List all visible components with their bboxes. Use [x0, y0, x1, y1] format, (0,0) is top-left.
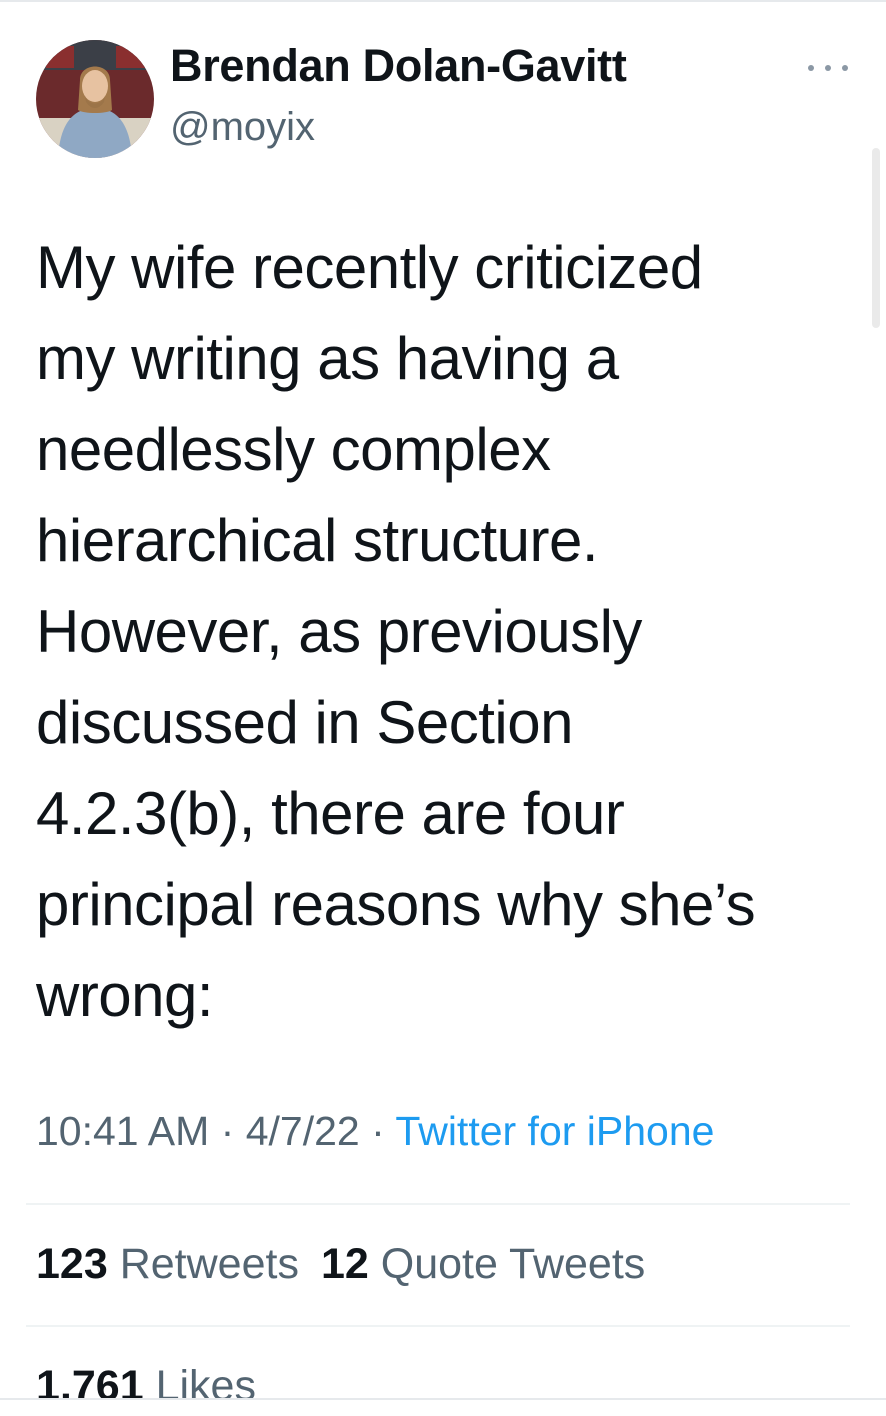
tweet-meta: 10:41 AM · 4/7/22 · Twitter for iPhone	[36, 1108, 714, 1155]
scrollbar[interactable]	[872, 148, 880, 328]
quote-tweets-stat[interactable]: 12 Quote Tweets	[321, 1240, 645, 1288]
meta-separator: ·	[371, 1108, 385, 1154]
more-icon-dot	[825, 65, 831, 71]
author-handle[interactable]: @moyix	[170, 105, 315, 150]
meta-separator: ·	[220, 1108, 235, 1154]
divider	[26, 1203, 850, 1205]
retweets-label: Retweets	[119, 1240, 299, 1288]
avatar[interactable]	[36, 40, 154, 158]
tweet-text: My wife recently criticized my writing a…	[36, 234, 756, 1029]
tweet-source-link[interactable]: Twitter for iPhone	[395, 1108, 714, 1154]
author-display-name[interactable]: Brendan Dolan-Gavitt	[170, 40, 627, 92]
divider	[26, 1325, 850, 1327]
quote-tweets-label: Quote Tweets	[380, 1240, 646, 1288]
more-icon-dot	[842, 65, 848, 71]
engagement-stats: 123 Retweets 12 Quote Tweets	[36, 1240, 645, 1289]
avatar-image	[36, 40, 154, 158]
top-divider	[0, 0, 886, 2]
retweets-count: 123	[36, 1240, 108, 1288]
tweet-date[interactable]: 4/7/22	[246, 1108, 360, 1154]
bottom-edge	[0, 1398, 886, 1416]
more-icon-dot	[808, 65, 814, 71]
retweets-stat[interactable]: 123 Retweets	[36, 1240, 299, 1288]
quote-tweets-count: 12	[320, 1240, 369, 1288]
more-icon[interactable]	[808, 58, 848, 78]
tweet-time[interactable]: 10:41 AM	[36, 1108, 209, 1154]
